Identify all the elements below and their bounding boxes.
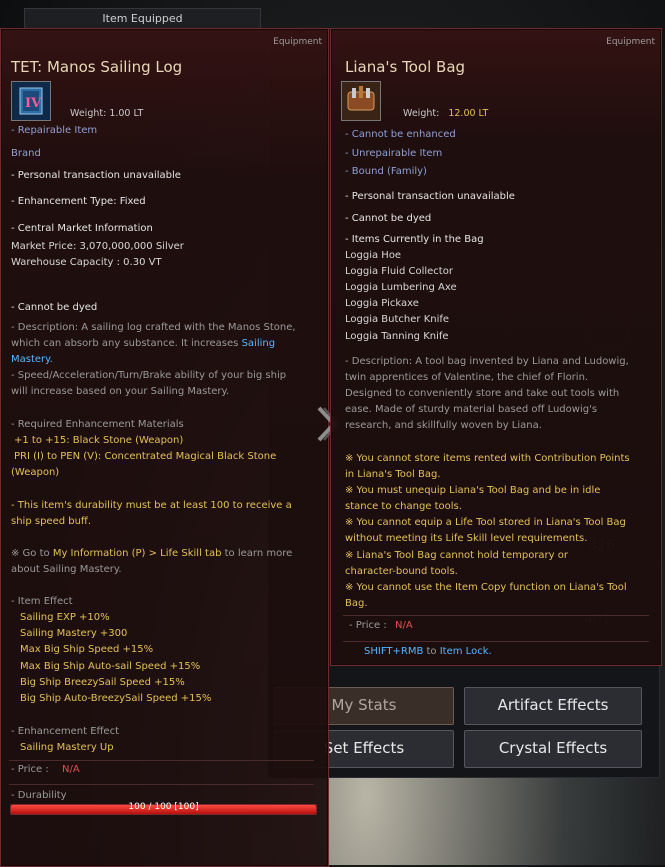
description-line: - Description: A sailing log crafted wit… [11, 322, 296, 333]
weight-label: Weight: [403, 108, 440, 119]
item-effect: Max Big Ship Speed +15% [20, 644, 154, 655]
required-materials-header: - Required Enhancement Materials [11, 419, 184, 430]
central-market-header: - Central Market Information [11, 223, 153, 234]
goto-note: ※ Go to My Information (P) > Life Skill … [11, 548, 292, 559]
warehouse-capacity: Warehouse Capacity : 0.30 VT [11, 257, 162, 268]
lock-to: to [423, 646, 440, 657]
description-line: Designed to conveniently store and take … [345, 388, 620, 399]
warning-line: without meeting its Life Skill level req… [345, 533, 588, 544]
item-effect-header: - Item Effect [11, 596, 73, 607]
warning-line: stance to change tools. [345, 501, 462, 512]
warning-line: character-bound tools. [345, 566, 458, 577]
bag-item: Loggia Butcher Knife [345, 314, 450, 325]
life-skill-link[interactable]: My Information (P) > Life Skill tab [53, 548, 222, 559]
required-material: (Weapon) [11, 467, 60, 478]
warning-line: ※ You must unequip Liana's Tool Bag and … [345, 485, 601, 496]
durability-bar: 100 / 100 [100] [10, 802, 317, 815]
goto-note: about Sailing Mastery. [11, 564, 122, 575]
enhancement-type-text: - Enhancement Type: Fixed [11, 196, 146, 207]
durability-value: 100 / 100 [100] [128, 802, 199, 812]
divider [343, 641, 649, 642]
description-line: which can absorb any substance. It incre… [11, 338, 275, 349]
item-effect: Sailing EXP +10% [20, 612, 110, 623]
warning-line: in Liana's Tool Bag. [345, 469, 441, 480]
goto-prefix: ※ Go to [11, 548, 53, 559]
manos-sailing-log-icon: IV [11, 81, 51, 121]
bag-item: Loggia Fluid Collector [345, 266, 453, 277]
description-line: - Speed/Acceleration/Turn/Brake ability … [11, 370, 287, 381]
mastery-link[interactable]: Mastery. [11, 354, 53, 365]
warning-line: ※ Liana's Tool Bag cannot hold temporary… [345, 550, 568, 561]
warning-line: Bag. [345, 598, 368, 609]
bag-item: Loggia Pickaxe [345, 298, 419, 309]
bag-item: Loggia Lumbering Axe [345, 282, 457, 293]
unrepairable-text: - Unrepairable Item [345, 148, 443, 159]
item-effect: Sailing Mastery +300 [20, 628, 128, 639]
item-tooltip-compare: Equipment Liana's Tool Bag Weight: 12.00… [330, 28, 662, 666]
item-effect: Big Ship BreezySail Speed +15% [20, 677, 185, 688]
item-weight: Weight: 1.00 LT [70, 108, 144, 119]
repairable-text: - Repairable Item [11, 125, 98, 136]
warning-line: ※ You cannot equip a Life Tool stored in… [345, 517, 626, 528]
crystal-effects-button[interactable]: Crystal Effects [464, 730, 642, 768]
divider [9, 784, 314, 785]
durability-label: - Durability [11, 790, 67, 801]
item-category: Equipment [606, 37, 655, 47]
divider [9, 760, 314, 761]
price-label: - Price : [349, 620, 387, 631]
enhancement-effect: Sailing Mastery Up [20, 742, 114, 753]
bag-item: Loggia Hoe [345, 250, 402, 261]
durability-note: ship speed buff. [11, 516, 91, 527]
price-label: - Price : [11, 764, 49, 775]
cannot-dye-text: - Cannot be dyed [11, 302, 98, 313]
description-text: which can absorb any substance. It incre… [11, 338, 239, 349]
sailing-link[interactable]: Sailing [242, 338, 276, 349]
enhancement-effect-header: - Enhancement Effect [11, 726, 120, 737]
description-line: twin apprentices of Valentine, the chief… [345, 372, 589, 383]
item-category: Equipment [273, 37, 322, 47]
item-effect: Big Ship Auto-BreezySail Speed +15% [20, 693, 212, 704]
artifact-effects-button[interactable]: Artifact Effects [464, 687, 642, 725]
required-material: PRI (I) to PEN (V): Concentrated Magical… [14, 451, 277, 462]
item-title: Liana's Tool Bag [345, 58, 466, 76]
required-material: +1 to +15: Black Stone (Weapon) [14, 435, 184, 446]
personal-transaction-text: - Personal transaction unavailable [11, 170, 181, 181]
svg-text:IV: IV [25, 96, 42, 111]
item-weight: Weight: 12.00 LT [403, 108, 488, 119]
brand-text: Brand [11, 148, 41, 159]
item-effect: Max Big Ship Auto-sail Speed +15% [20, 661, 201, 672]
lock-key: SHIFT+RMB [364, 646, 424, 657]
bound-text: - Bound (Family) [345, 166, 427, 177]
description-line: - Description: A tool bag invented by Li… [345, 356, 629, 367]
tool-bag-icon [341, 81, 381, 121]
durability-note: - This item's durability must be at leas… [11, 500, 292, 511]
item-title: TET: Manos Sailing Log [11, 58, 183, 76]
description-line: research, and skillfully woven by Liana. [345, 420, 542, 431]
warning-line: ※ You cannot store items rented with Con… [345, 453, 630, 464]
price-value: N/A [62, 764, 80, 775]
divider [343, 615, 649, 616]
market-price: Market Price: 3,070,000,000 Silver [11, 241, 184, 252]
personal-transaction-text: - Personal transaction unavailable [345, 191, 515, 202]
items-in-bag-header: - Items Currently in the Bag [345, 234, 484, 245]
item-lock-link[interactable]: Item Lock. [440, 646, 492, 657]
weight-value: 12.00 LT [448, 108, 489, 119]
cannot-enhance-text: - Cannot be enhanced [345, 129, 456, 140]
goto-suffix: to learn more [221, 548, 293, 559]
bag-item: Loggia Tanning Knife [345, 331, 449, 342]
item-tooltip-equipped: Equipment TET: Manos Sailing Log IV Weig… [0, 28, 329, 867]
description-line: will increase based on your Sailing Mast… [11, 386, 230, 397]
cannot-dye-text: - Cannot be dyed [345, 213, 432, 224]
description-line: ease. Made of sturdy material based off … [345, 404, 598, 415]
item-lock-hint: SHIFT+RMB to Item Lock. [364, 646, 492, 657]
warning-line: ※ You cannot use the Item Copy function … [345, 582, 627, 593]
price-value: N/A [395, 620, 413, 631]
